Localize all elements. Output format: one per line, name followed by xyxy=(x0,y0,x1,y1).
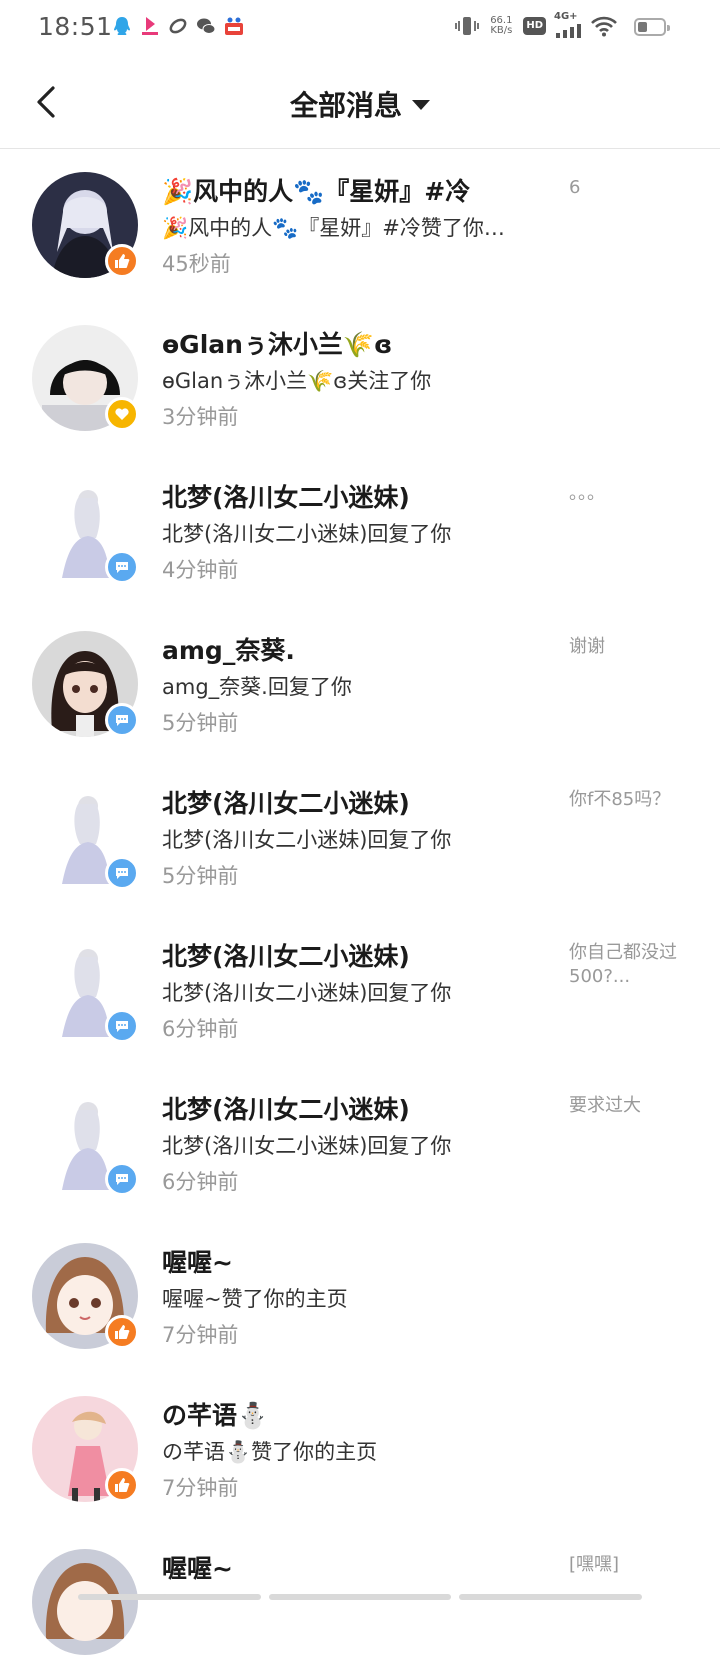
message-desc: 喔喔~赞了你的主页 xyxy=(162,1287,348,1311)
qq-icon xyxy=(114,17,130,35)
like-icon xyxy=(105,1315,139,1349)
message-item[interactable]: 北梦(洛川女二小迷妹) 北梦(洛川女二小迷妹)回复了你 5分钟前 你f不85吗？ xyxy=(0,762,720,915)
vibrate-icon xyxy=(455,17,480,35)
header: 全部消息 xyxy=(0,56,720,149)
hd-badge: HD xyxy=(523,17,546,35)
message-item[interactable]: の芊语⛄ の芊语⛄赞了你的主页 7分钟前 xyxy=(0,1374,720,1527)
message-preview: 要求过大 xyxy=(569,1095,641,1116)
message-preview: 6 xyxy=(569,177,581,198)
status-bar: 18:51 66.1 KB/s HD 4G+ xyxy=(0,0,720,56)
message-preview: 你自己都没过500?... xyxy=(569,942,677,987)
filter-dropdown[interactable]: 全部消息 xyxy=(0,84,720,124)
sender-name: 北梦(洛川女二小迷妹) xyxy=(162,483,410,512)
sender-name: 北梦(洛川女二小迷妹) xyxy=(162,1095,410,1124)
message-time: 5分钟前 xyxy=(162,711,239,735)
message-item[interactable]: 北梦(洛川女二小迷妹) 北梦(洛川女二小迷妹)回复了你 4分钟前 。。。 xyxy=(0,456,720,609)
message-desc: ɵGlanぅ沐小兰🌾ɞ关注了你 xyxy=(162,369,432,393)
message-time: 45秒前 xyxy=(162,252,231,276)
sender-name: 喔喔~ xyxy=(162,1554,233,1583)
dropdown-caret-icon xyxy=(412,100,430,110)
message-time: 5分钟前 xyxy=(162,864,239,888)
page-title: 全部消息 xyxy=(289,89,402,122)
message-desc: の芊语⛄赞了你的主页 xyxy=(162,1440,378,1464)
sender-name: 🎉风中的人🐾『星妍』#冷 xyxy=(162,177,471,206)
sender-name: ɵGlanぅ沐小兰🌾ɞ xyxy=(162,330,393,359)
message-desc: 🎉风中的人🐾『星妍』#冷赞了你… xyxy=(162,216,505,240)
message-desc: 北梦(洛川女二小迷妹)回复了你 xyxy=(162,1134,452,1158)
battery-icon xyxy=(634,18,670,36)
message-item[interactable]: 北梦(洛川女二小迷妹) 北梦(洛川女二小迷妹)回复了你 6分钟前 你自己都没过5… xyxy=(0,915,720,1068)
chat-icon xyxy=(105,703,139,737)
notification-icons xyxy=(112,15,244,37)
message-time: 3分钟前 xyxy=(162,405,239,429)
message-time: 6分钟前 xyxy=(162,1170,239,1194)
message-time: 7分钟前 xyxy=(162,1323,239,1347)
link-icon xyxy=(169,18,187,34)
message-preview: 。。。 xyxy=(569,483,605,504)
sender-name: amg_奈葵. xyxy=(162,636,295,665)
message-item[interactable]: 🎉风中的人🐾『星妍』#冷 🎉风中的人🐾『星妍』#冷赞了你… 45秒前 6 xyxy=(0,150,720,303)
net-speed: 66.1 KB/s xyxy=(490,15,513,36)
app-icon xyxy=(142,17,158,35)
message-item[interactable]: 喔喔~ 喔喔~赞了你的主页 7分钟前 xyxy=(0,1221,720,1374)
message-time: 4分钟前 xyxy=(162,558,239,582)
status-time: 18:51 xyxy=(38,12,113,41)
chat-icon xyxy=(105,1009,139,1043)
message-item[interactable]: amg_奈葵. amg_奈葵.回复了你 5分钟前 谢谢 xyxy=(0,609,720,762)
message-item[interactable]: ɵGlanぅ沐小兰🌾ɞ ɵGlanぅ沐小兰🌾ɞ关注了你 3分钟前 xyxy=(0,303,720,456)
message-desc: 北梦(洛川女二小迷妹)回复了你 xyxy=(162,981,452,1005)
like-icon xyxy=(105,1468,139,1502)
message-preview: [嘿嘿] xyxy=(569,1554,620,1575)
wechat-icon xyxy=(197,18,216,34)
wifi-icon xyxy=(591,16,617,37)
chat-icon xyxy=(105,1162,139,1196)
message-item[interactable]: 北梦(洛川女二小迷妹) 北梦(洛川女二小迷妹)回复了你 6分钟前 要求过大 xyxy=(0,1068,720,1221)
message-desc: amg_奈葵.回复了你 xyxy=(162,675,352,699)
message-time: 7分钟前 xyxy=(162,1476,239,1500)
chat-icon xyxy=(105,856,139,890)
heart-icon xyxy=(105,397,139,431)
avatar[interactable] xyxy=(32,1549,138,1655)
message-preview: 谢谢 xyxy=(569,636,605,657)
message-time: 6分钟前 xyxy=(162,1017,239,1041)
sender-name: 北梦(洛川女二小迷妹) xyxy=(162,942,410,971)
scroll-indicator xyxy=(78,1594,643,1600)
signal-icon: 4G+ xyxy=(554,11,582,38)
like-icon xyxy=(105,244,139,278)
sender-name: 喔喔~ xyxy=(162,1248,233,1277)
message-desc: 北梦(洛川女二小迷妹)回复了你 xyxy=(162,522,452,546)
message-item[interactable]: 喔喔~ [嘿嘿] xyxy=(0,1527,720,1680)
sender-name: の芊语⛄ xyxy=(162,1401,269,1430)
message-preview: 你f不85吗？ xyxy=(569,789,671,810)
baidu-icon xyxy=(225,17,243,35)
chat-icon xyxy=(105,550,139,584)
sender-name: 北梦(洛川女二小迷妹) xyxy=(162,789,410,818)
message-desc: 北梦(洛川女二小迷妹)回复了你 xyxy=(162,828,452,852)
